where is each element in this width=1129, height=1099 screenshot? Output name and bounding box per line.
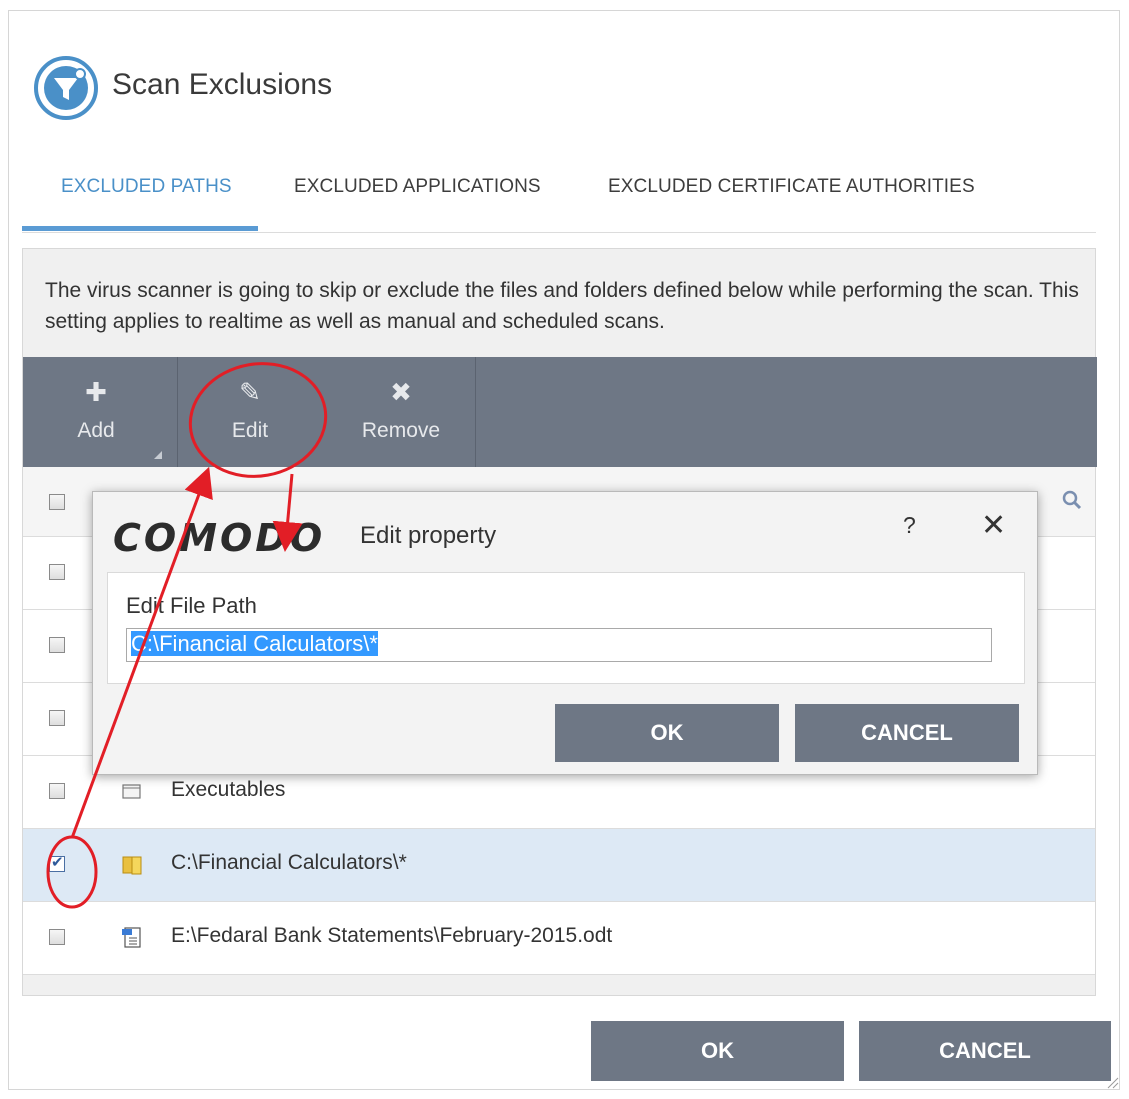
file-path-input[interactable]: C:\Financial Calculators\*: [126, 628, 992, 662]
help-icon[interactable]: ?: [903, 512, 916, 539]
edit-button[interactable]: ✎ Edit: [177, 357, 323, 467]
exclusions-toolbar: ✚ Add ✎ Edit ✖ Remove: [23, 357, 1097, 467]
dialog-ok-button[interactable]: OK: [555, 704, 779, 762]
edit-button-label: Edit: [231, 419, 269, 442]
close-icon[interactable]: ✕: [981, 508, 1006, 543]
tab-bar: EXCLUDED PATHS EXCLUDED APPLICATIONS EXC…: [22, 172, 1096, 233]
row-checkbox[interactable]: [49, 637, 65, 653]
dialog-body: Edit File Path C:\Financial Calculators\…: [107, 572, 1025, 684]
list-item[interactable]: C:\Financial Calculators\*: [23, 829, 1095, 902]
remove-button[interactable]: ✖ Remove: [328, 357, 474, 467]
row-checkbox[interactable]: [49, 929, 65, 945]
tab-excluded-applications[interactable]: EXCLUDED APPLICATIONS: [294, 176, 541, 198]
search-icon[interactable]: [1061, 489, 1083, 511]
window-title: Scan Exclusions: [112, 68, 333, 101]
toolbar-separator: [475, 357, 476, 467]
edit-file-path-label: Edit File Path: [126, 593, 257, 618]
cancel-button[interactable]: CANCEL: [859, 1021, 1111, 1081]
dialog-cancel-button[interactable]: CANCEL: [795, 704, 1019, 762]
add-button[interactable]: ✚ Add: [23, 357, 169, 467]
comodo-logo: COMODO: [113, 516, 326, 560]
group-icon: [122, 784, 141, 799]
add-button-label: Add: [77, 419, 115, 442]
description-text: The virus scanner is going to skip or ex…: [45, 279, 1079, 333]
ok-button[interactable]: OK: [591, 1021, 844, 1081]
dropdown-corner-icon: [154, 451, 162, 459]
tab-excluded-paths[interactable]: EXCLUDED PATHS: [61, 176, 232, 198]
plus-icon: ✚: [85, 377, 107, 407]
row-label: C:\Financial Calculators\*: [171, 851, 407, 874]
row-label: E:\Fedaral Bank Statements\February-2015…: [171, 924, 613, 947]
tab-excluded-certificate-authorities[interactable]: EXCLUDED CERTIFICATE AUTHORITIES: [608, 176, 975, 198]
row-checkbox[interactable]: [49, 710, 65, 726]
remove-x-icon: ✖: [390, 377, 412, 407]
scan-exclusions-icon: [34, 56, 98, 120]
file-path-value: C:\Financial Calculators\*: [131, 631, 378, 656]
select-all-checkbox[interactable]: [49, 494, 65, 510]
row-label: Executables: [171, 778, 286, 801]
row-checkbox[interactable]: [49, 783, 65, 799]
edit-property-dialog: COMODO Edit property ? ✕ Edit File Path …: [92, 491, 1038, 775]
resize-grip-icon[interactable]: [1105, 1075, 1119, 1089]
document-icon: [122, 927, 141, 948]
list-item[interactable]: E:\Fedaral Bank Statements\February-2015…: [23, 902, 1095, 975]
folder-icon: [122, 856, 142, 875]
dialog-title: Edit property: [360, 522, 497, 549]
active-tab-indicator: [22, 226, 258, 231]
pencil-icon: ✎: [239, 377, 261, 407]
row-checkbox[interactable]: [49, 564, 65, 580]
remove-button-label: Remove: [361, 419, 441, 442]
row-checkbox[interactable]: [49, 853, 65, 872]
